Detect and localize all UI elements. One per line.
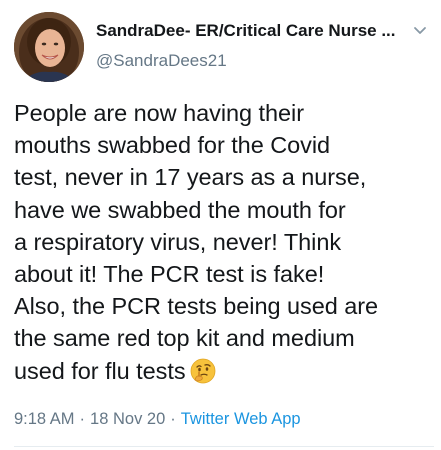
tweet-line: a respiratory virus, never! Think (14, 228, 342, 255)
tweet-line: the same red top kit and medium (14, 325, 355, 352)
tweet-card: SandraDee- ER/Critical Care Nurse ... @S… (0, 0, 441, 450)
tweet-date[interactable]: 18 Nov 20 (90, 410, 165, 428)
tweet-text: People are now having their mouths swabb… (14, 97, 434, 387)
user-names: SandraDee- ER/Critical Care Nurse ... @S… (96, 20, 396, 72)
tweet-line-last: used for flu tests (14, 355, 434, 387)
tweet-line: used for flu tests (14, 357, 186, 384)
meta-separator: · (170, 410, 176, 428)
tweet-line: mouths swabbed for the Covid (14, 132, 331, 159)
display-name[interactable]: SandraDee- ER/Critical Care Nurse ... (96, 20, 396, 42)
tweet-source-link[interactable]: Twitter Web App (181, 410, 301, 428)
divider (14, 446, 434, 447)
user-handle[interactable]: @SandraDees21 (96, 50, 396, 72)
tweet-line: test, never in 17 years as a nurse, (14, 164, 367, 191)
thinking-face-emoji-icon (190, 358, 216, 384)
tweet-line: have we swabbed the mouth for (14, 196, 346, 223)
tweet-meta: 9:18 AM · 18 Nov 20 · Twitter Web App (14, 408, 301, 430)
tweet-line: Also, the PCR tests being used are (14, 293, 379, 320)
meta-separator: · (79, 410, 86, 428)
tweet-line: People are now having their (14, 100, 304, 126)
chevron-down-icon[interactable] (410, 24, 430, 38)
avatar[interactable] (14, 12, 84, 82)
profile-photo-icon (14, 12, 84, 82)
tweet-time[interactable]: 9:18 AM (14, 410, 75, 428)
tweet-line: about it! The PCR test is fake! (14, 261, 325, 288)
